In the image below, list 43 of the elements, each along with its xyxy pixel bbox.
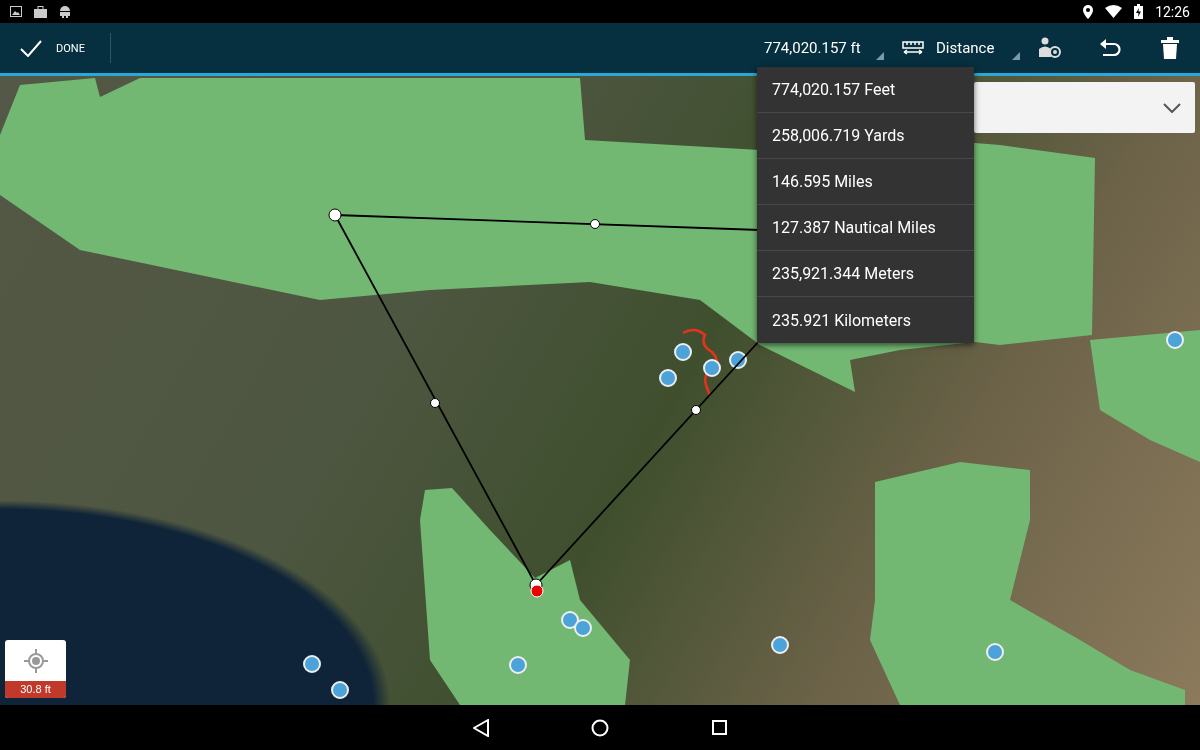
chevron-down-icon (1163, 102, 1181, 113)
map-marker-icon[interactable] (509, 656, 527, 674)
midpoint-handle[interactable] (590, 219, 600, 229)
midpoint-handle[interactable] (691, 405, 701, 415)
locate-button[interactable]: 30.8 ft (5, 640, 66, 698)
map-marker-icon[interactable] (303, 655, 321, 673)
done-button[interactable]: DONE (0, 23, 110, 73)
unit-menu-item[interactable]: 235,921.344 Meters (757, 251, 974, 297)
undo-icon (1099, 39, 1121, 57)
map-marker-icon[interactable] (703, 359, 721, 377)
unit-menu-item[interactable]: 258,006.719 Yards (757, 113, 974, 159)
person-gear-icon (1038, 37, 1062, 59)
unit-menu-item[interactable]: 235.921 Kilometers (757, 297, 974, 343)
crosshair-icon (23, 648, 48, 673)
briefcase-icon (34, 5, 47, 18)
dropdown-corner-icon (1012, 52, 1020, 60)
location-pin-icon (1083, 4, 1094, 19)
back-icon (473, 718, 489, 737)
vertex-with-location-dot[interactable] (529, 578, 544, 598)
trash-icon (1161, 37, 1179, 59)
map-marker-icon[interactable] (986, 643, 1004, 661)
wifi-icon (1105, 5, 1123, 18)
ruler-icon (902, 41, 924, 55)
recents-icon (711, 720, 727, 735)
status-time: 12:26 (1155, 3, 1190, 20)
map-marker-icon[interactable] (659, 369, 677, 387)
map-marker-icon[interactable] (574, 619, 592, 637)
checkmark-icon (20, 39, 42, 57)
midpoint-handle[interactable] (430, 398, 440, 408)
map-marker-icon[interactable] (1166, 331, 1184, 349)
unit-menu-item[interactable]: 146.595 Miles (757, 159, 974, 205)
image-icon (10, 6, 22, 17)
home-icon (591, 718, 609, 737)
map-marker-icon[interactable] (331, 681, 349, 699)
vertex-handle[interactable] (328, 208, 342, 222)
battery-icon (1134, 4, 1144, 19)
map-marker-icon[interactable] (674, 343, 692, 361)
map-marker-icon[interactable] (771, 636, 789, 654)
unit-menu-item[interactable]: 127.387 Nautical Miles (757, 205, 974, 251)
android-icon (59, 5, 71, 18)
unit-menu-item[interactable]: 774,020.157 Feet (757, 67, 974, 113)
scale-label: 30.8 ft (5, 681, 66, 698)
gps-track (682, 328, 719, 397)
